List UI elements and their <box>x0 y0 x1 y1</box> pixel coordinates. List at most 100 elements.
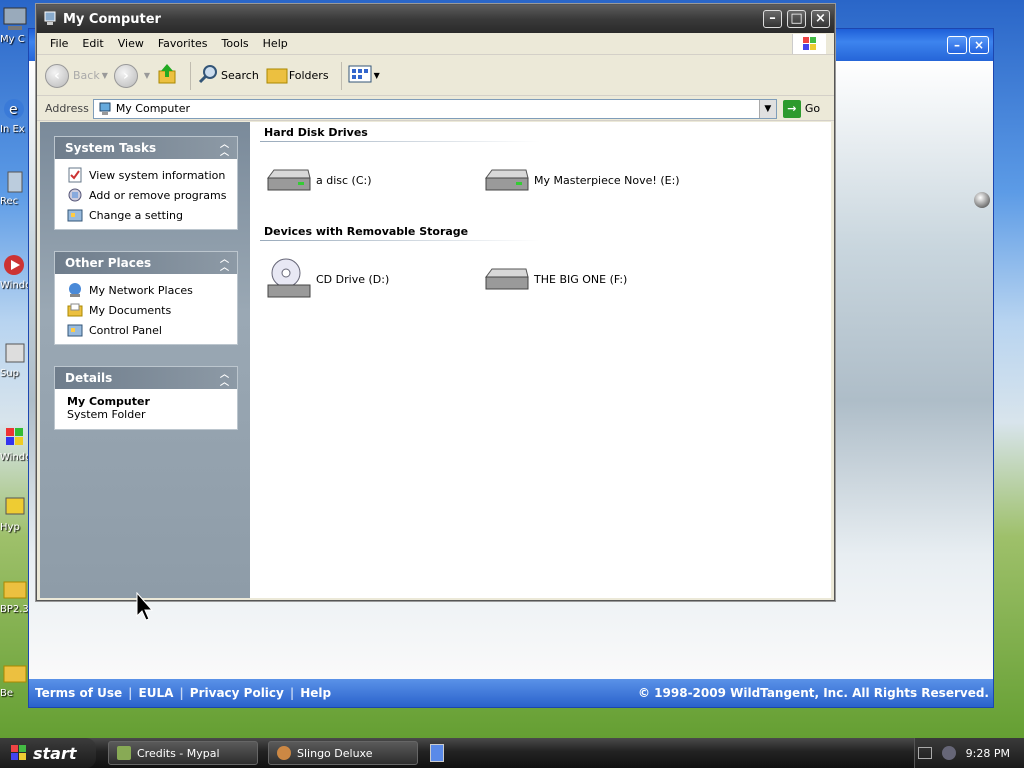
place-label: Control Panel <box>89 323 162 337</box>
drive-label: THE BIG ONE (F:) <box>534 272 628 286</box>
group-divider <box>260 141 540 142</box>
removable-drive-icon <box>482 255 530 303</box>
system-tray: 9:28 PM <box>914 738 1024 768</box>
desktop-icon-label: BP2.3 <box>0 604 29 615</box>
windows-logo-icon <box>10 744 28 762</box>
panel-title: Details <box>65 371 113 385</box>
place-my-documents[interactable]: My Documents <box>55 300 237 320</box>
taskbar: start Credits - Mypal Slingo Deluxe 9:28… <box>0 738 1024 768</box>
drive-e[interactable]: My Masterpiece Nove! (E:) <box>482 156 680 204</box>
footer-separator: | <box>128 686 133 700</box>
window-titlebar[interactable]: My Computer – □ × <box>37 5 834 33</box>
menu-tools[interactable]: Tools <box>215 37 256 50</box>
copyright-text: © 1998-2009 WildTangent, Inc. All Rights… <box>638 686 989 700</box>
file-view: Hard Disk Drives a disc (C:) My Masterpi… <box>250 122 831 598</box>
folders-button[interactable]: Folders <box>265 63 329 88</box>
task-add-remove-programs[interactable]: Add or remove programs <box>55 185 237 205</box>
recycle-bin-icon <box>0 168 30 194</box>
close-button[interactable]: × <box>969 36 989 54</box>
panel-title: System Tasks <box>65 141 157 155</box>
panel-title: Other Places <box>65 256 152 270</box>
control-panel-icon <box>67 207 83 223</box>
desktop-icon-label: Rec <box>0 196 19 207</box>
forward-button[interactable]: › ▼ <box>113 63 150 88</box>
drive-d[interactable]: CD Drive (D:) <box>264 255 389 303</box>
footer-separator: | <box>289 686 295 700</box>
task-label: Credits - Mypal <box>137 746 220 760</box>
minimize-button[interactable]: – <box>947 36 967 54</box>
menu-bar: File Edit View Favorites Tools Help <box>37 33 834 55</box>
back-button[interactable]: ‹ Back ▼ <box>45 63 108 88</box>
collapse-chevron-icon[interactable]: ︿ ︿ <box>220 141 229 158</box>
task-change-setting[interactable]: Change a setting <box>55 205 237 225</box>
search-button[interactable]: Search <box>197 63 259 88</box>
task-slingo-deluxe[interactable]: Slingo Deluxe <box>268 741 418 765</box>
tray-app-icon[interactable] <box>941 746 956 760</box>
menu-favorites[interactable]: Favorites <box>151 37 215 50</box>
views-icon <box>348 64 372 87</box>
folder-icon <box>0 660 30 686</box>
views-button[interactable]: ▼ <box>348 64 380 87</box>
network-places-icon <box>67 282 83 298</box>
menu-file[interactable]: File <box>43 37 75 50</box>
address-value: My Computer <box>115 102 190 115</box>
address-input[interactable]: My Computer ▼ <box>92 98 777 119</box>
clock[interactable]: 9:28 PM <box>966 747 1010 760</box>
views-dropdown-icon[interactable]: ▼ <box>374 71 380 80</box>
my-documents-icon <box>67 302 83 318</box>
other-places-header[interactable]: Other Places ︿ ︿ <box>55 252 237 274</box>
maximize-button[interactable]: □ <box>787 10 806 28</box>
footer-link-privacy[interactable]: Privacy Policy <box>190 686 284 700</box>
details-header[interactable]: Details ︿ ︿ <box>55 367 237 389</box>
up-folder-button[interactable] <box>156 63 178 88</box>
place-my-network-places[interactable]: My Network Places <box>55 280 237 300</box>
toolbar-separator <box>190 61 192 90</box>
group-title: Devices with Removable Storage <box>264 225 469 238</box>
search-icon <box>197 63 221 88</box>
other-places-panel: Other Places ︿ ︿ My Network Places My Doc… <box>54 251 238 345</box>
hard-drive-icon <box>482 156 530 204</box>
my-computer-window: My Computer – □ × File Edit View Favorit… <box>36 4 835 601</box>
menu-help[interactable]: Help <box>256 37 295 50</box>
drive-f[interactable]: THE BIG ONE (F:) <box>482 255 627 303</box>
desktop-icon-label: Sup <box>0 368 20 379</box>
minimize-button[interactable]: – <box>763 10 782 28</box>
back-dropdown-icon[interactable]: ▼ <box>102 71 108 80</box>
computer-icon <box>43 11 57 27</box>
system-tasks-header[interactable]: System Tasks ︿ ︿ <box>55 137 237 159</box>
details-panel: Details ︿ ︿ My Computer System Folder <box>54 366 238 430</box>
footer-link-help[interactable]: Help <box>300 686 331 700</box>
footer-link-eula[interactable]: EULA <box>139 686 174 700</box>
windows-icon <box>0 424 30 450</box>
task-label: Slingo Deluxe <box>297 746 373 760</box>
details-name: My Computer <box>67 395 150 408</box>
start-button[interactable]: start <box>0 738 96 768</box>
menu-edit[interactable]: Edit <box>75 37 110 50</box>
task-credits-mypal[interactable]: Credits - Mypal <box>108 741 258 765</box>
back-label: Back <box>73 69 100 82</box>
forward-dropdown-icon[interactable]: ▼ <box>144 71 150 80</box>
task-view-system-info[interactable]: View system information <box>55 165 237 185</box>
menu-view[interactable]: View <box>111 37 151 50</box>
close-button[interactable]: × <box>811 10 830 28</box>
slingo-icon <box>277 746 291 760</box>
add-remove-programs-icon <box>67 187 83 203</box>
quick-launch-icon[interactable] <box>430 744 444 762</box>
keyboard-icon[interactable] <box>917 747 932 759</box>
go-button[interactable]: → Go <box>782 99 820 118</box>
drive-c[interactable]: a disc (C:) <box>264 156 372 204</box>
support-icon <box>0 340 30 366</box>
task-label: View system information <box>89 168 226 182</box>
collapse-chevron-icon[interactable]: ︿ ︿ <box>220 371 229 388</box>
toolbar: ‹ Back ▼ › ▼ Search Folders ▼ <box>37 56 834 96</box>
address-dropdown-icon[interactable]: ▼ <box>758 99 776 118</box>
footer-link-terms[interactable]: Terms of Use <box>35 686 122 700</box>
place-control-panel[interactable]: Control Panel <box>55 320 237 340</box>
start-label: start <box>33 743 77 763</box>
collapse-chevron-icon[interactable]: ︿ ︿ <box>220 256 229 273</box>
folder-icon <box>0 576 30 602</box>
orb-icon <box>974 192 990 208</box>
windows-flag-icon <box>792 34 826 54</box>
address-label: Address <box>45 102 89 115</box>
place-label: My Documents <box>89 303 172 317</box>
